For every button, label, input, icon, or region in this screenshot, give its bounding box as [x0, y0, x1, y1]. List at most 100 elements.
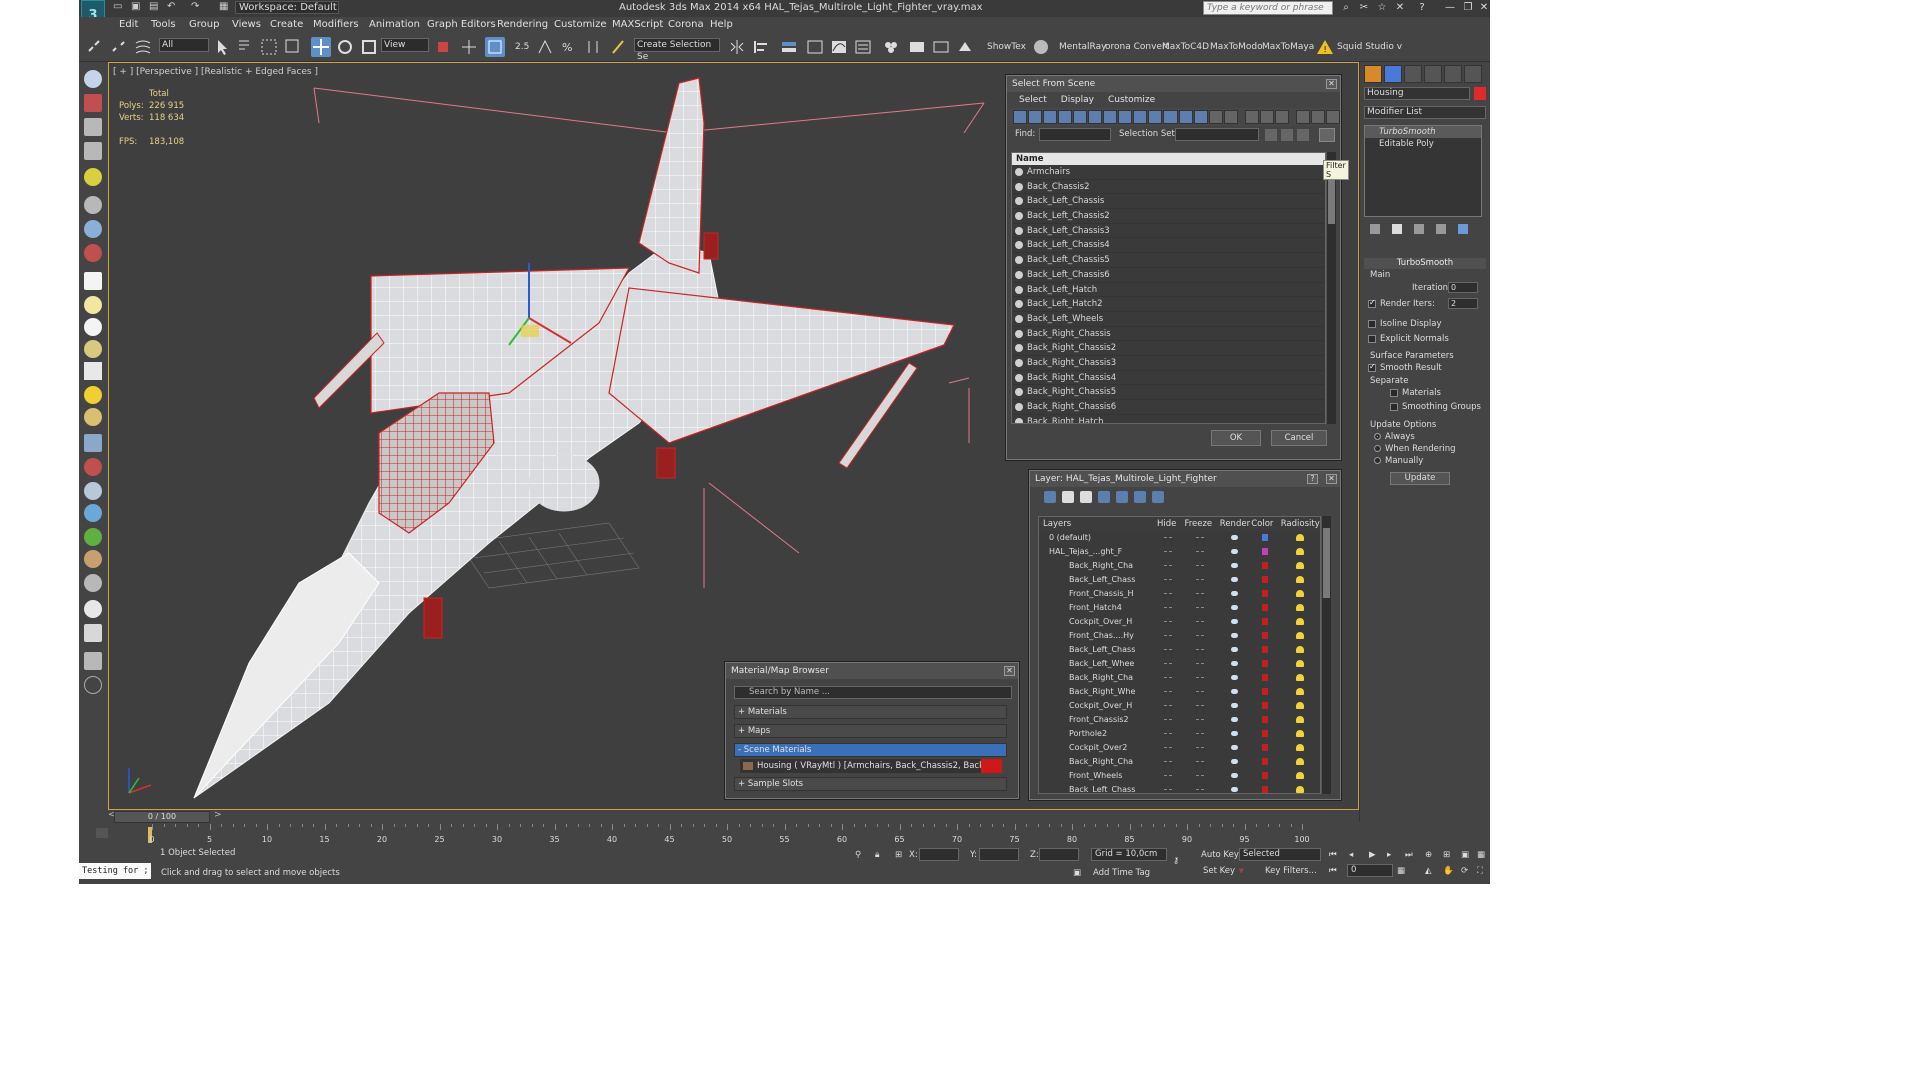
pin-stack-icon[interactable]	[1370, 224, 1380, 234]
configure-modifier-sets-icon[interactable]	[1458, 224, 1468, 234]
undo-icon[interactable]: ↶	[167, 1, 175, 15]
display-groups-icon[interactable]	[1103, 110, 1118, 124]
layer-render-icon[interactable]	[1230, 759, 1238, 764]
perspective-viewport[interactable]: [ + ] [Perspective ] [Realistic + Edged …	[108, 62, 1359, 810]
redo-icon[interactable]: ↷	[191, 1, 199, 15]
spinner-snap-icon[interactable]	[583, 37, 603, 57]
layer-render-icon[interactable]	[1230, 731, 1238, 736]
layer-row[interactable]: Back_Right_Whe	[1039, 685, 1320, 699]
layer-render-icon[interactable]	[1230, 619, 1238, 624]
smooth-result-checkbox[interactable]	[1368, 362, 1376, 372]
utilities-tab-icon[interactable]	[1464, 65, 1482, 83]
layer-name[interactable]: Front_Chassis2	[1039, 713, 1154, 727]
material-search-input[interactable]: Search by Name ...	[734, 686, 1012, 699]
z-coordinate-field[interactable]	[1039, 848, 1079, 861]
turbosmooth-rollout[interactable]: TurboSmooth	[1364, 258, 1486, 269]
display-helpers-icon[interactable]	[1073, 110, 1088, 124]
layer-name[interactable]: Back_Left_Whee	[1039, 657, 1154, 671]
update-button[interactable]: Update	[1390, 472, 1450, 485]
unlink-icon[interactable]	[109, 37, 129, 57]
isoline-checkbox[interactable]	[1368, 319, 1376, 328]
save-set-icon[interactable]	[1265, 129, 1277, 141]
camera-icon[interactable]	[84, 220, 102, 238]
layer-name[interactable]: Back_Right_Cha	[1039, 755, 1154, 769]
scene-object-row[interactable]: Back_Right_Chassis3	[1012, 356, 1325, 371]
layer-hide-toggle[interactable]	[1164, 747, 1172, 748]
key-mode-toggle-icon[interactable]: ⏮	[1329, 866, 1337, 876]
section-materials[interactable]: + Materials	[734, 705, 1007, 719]
layer-radiosity-icon[interactable]	[1296, 646, 1304, 653]
edit-set-icon[interactable]	[1297, 129, 1309, 141]
layer-row[interactable]: Back_Right_Cha	[1039, 755, 1320, 769]
layer-hide-toggle[interactable]	[1164, 551, 1172, 552]
layer-hide-toggle[interactable]	[1164, 789, 1172, 790]
select-in-layer-icon[interactable]	[1098, 491, 1110, 503]
stack-editable-poly[interactable]: Editable Poly	[1365, 138, 1481, 150]
batch-icon[interactable]	[84, 652, 102, 670]
iterations-spinner[interactable]: 0	[1448, 282, 1478, 293]
render-iters-spinner[interactable]: 2	[1448, 298, 1478, 309]
snap-value-label[interactable]: 2.5	[515, 42, 529, 52]
layer-hide-toggle[interactable]	[1164, 677, 1172, 678]
angle-snap-icon[interactable]	[535, 37, 555, 57]
object-color-swatch[interactable]	[1474, 87, 1486, 100]
layer-name[interactable]: Front_Chassis_H	[1039, 587, 1154, 601]
layer-render-icon[interactable]	[1230, 647, 1238, 652]
isolate-selection-icon[interactable]: ⚲	[855, 850, 861, 860]
select-invert-icon[interactable]	[1274, 110, 1289, 124]
col-freeze[interactable]: Freeze	[1184, 517, 1219, 531]
col-render[interactable]: Render	[1220, 517, 1251, 531]
workspace-dropdown[interactable]: Workspace: Default	[235, 1, 339, 14]
material-editor-icon[interactable]	[881, 37, 901, 57]
scene-object-row[interactable]: Back_Right_Hatch	[1012, 415, 1325, 423]
sfs-menu-display[interactable]: Display	[1061, 92, 1094, 108]
object-name-input[interactable]: Housing	[1364, 87, 1470, 100]
scene-object-row[interactable]: Back_Left_Chassis5	[1012, 253, 1325, 268]
cylinder-icon[interactable]	[84, 318, 102, 336]
pivot-center-icon[interactable]	[433, 37, 453, 57]
scene-object-row[interactable]: Armchairs	[1012, 165, 1325, 180]
add-time-tag-icon[interactable]: ▣	[1073, 868, 1081, 878]
layer-name[interactable]: Porthole2	[1039, 727, 1154, 741]
layer-freeze-toggle[interactable]	[1196, 537, 1204, 538]
help-circle-icon[interactable]	[84, 676, 102, 694]
close-icon[interactable]: ✕	[1004, 666, 1015, 676]
orbit-icon[interactable]: ⟳	[1461, 866, 1468, 876]
scene-object-row[interactable]: Back_Left_Hatch2	[1012, 297, 1325, 312]
layer-render-icon[interactable]	[1230, 773, 1238, 778]
modify-tab-icon[interactable]	[1384, 65, 1402, 83]
layer-row[interactable]: Back_Left_Chass	[1039, 783, 1320, 793]
layer-radiosity-icon[interactable]	[1296, 688, 1304, 695]
container-icon[interactable]	[84, 118, 102, 136]
layer-hide-toggle[interactable]	[1164, 565, 1172, 566]
menu-modifiers[interactable]: Modifiers	[313, 19, 359, 30]
layer-hide-toggle[interactable]	[1164, 761, 1172, 762]
select-none-icon[interactable]	[1259, 110, 1274, 124]
binoculars-icon[interactable]: ⌕	[1339, 1, 1353, 15]
filter-options-icon[interactable]	[1319, 128, 1335, 142]
layer-hide-toggle[interactable]	[1164, 719, 1172, 720]
goto-start-icon[interactable]: ⏮	[1329, 850, 1337, 860]
layer-row[interactable]: Front_Hatch4	[1039, 601, 1320, 615]
close-icon[interactable]: ✕	[1326, 474, 1337, 484]
stack-turbosmooth[interactable]: TurboSmooth	[1365, 126, 1481, 138]
layer-color-swatch[interactable]	[1262, 716, 1268, 723]
layer-hide-toggle[interactable]	[1164, 621, 1172, 622]
material-sphere-icon[interactable]	[84, 408, 102, 426]
layer-render-icon[interactable]	[1230, 535, 1238, 540]
display-spacewarps-icon[interactable]	[1088, 110, 1103, 124]
select-and-move-icon[interactable]	[311, 37, 331, 57]
sfs-menu-customize[interactable]: Customize	[1108, 92, 1155, 108]
hierarchy-tab-icon[interactable]	[1404, 65, 1422, 83]
layer-color-swatch[interactable]	[1262, 576, 1268, 583]
layer-row[interactable]: Cockpit_Over_H	[1039, 699, 1320, 713]
zoom-extents-icon[interactable]: ▣	[1461, 850, 1469, 860]
previous-frame-icon[interactable]: ◂	[1349, 850, 1353, 860]
tools-icon[interactable]: ✂	[1357, 1, 1371, 15]
zoom-all-icon[interactable]: ⊞	[1443, 850, 1450, 860]
menu-corona[interactable]: Corona	[668, 19, 704, 30]
link-icon[interactable]	[85, 37, 105, 57]
layer-hide-toggle[interactable]	[1164, 663, 1172, 664]
x-coordinate-field[interactable]	[919, 848, 959, 861]
ok-button[interactable]: OK	[1211, 430, 1261, 446]
